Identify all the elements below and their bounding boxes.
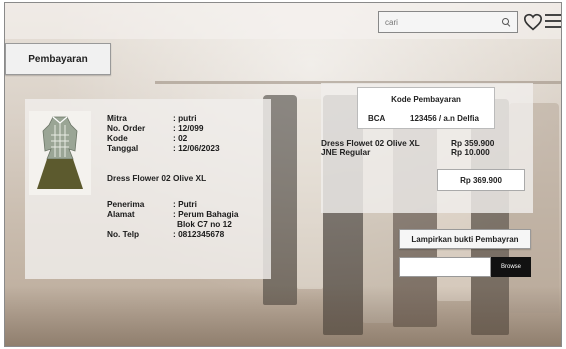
- field-label: Kode: [107, 133, 128, 143]
- field-value: : 12/099: [173, 123, 204, 133]
- payment-code-box: Kode Pembayaran BCA 123456 / a.n Delfia: [357, 87, 495, 129]
- field-label: No. Order: [107, 123, 146, 133]
- menu-line: [545, 20, 561, 22]
- total-price-box: Rp 369.900: [437, 169, 525, 191]
- bank-name: BCA: [368, 114, 386, 123]
- search-icon[interactable]: [501, 17, 511, 27]
- payment-line: JNE Regular Rp 10.000: [321, 148, 494, 157]
- field-value: Blok C7 no 12: [177, 219, 232, 229]
- recipient-row: Penerima : Putri: [107, 199, 263, 209]
- recipient-info-block: Penerima : Putri Alamat : Perum Bahagia Bl…: [107, 199, 263, 239]
- search-bar[interactable]: [378, 11, 518, 33]
- garment-decoration: [297, 99, 323, 289]
- field-label: Alamat: [107, 209, 135, 219]
- recipient-row: No. Telp : 0812345678: [107, 229, 263, 239]
- field-value: : 02: [173, 133, 188, 143]
- line-price: Rp 10.000: [451, 147, 490, 157]
- field-label: [107, 219, 173, 229]
- order-info-block: Mitra: putri No. Order: 12/099 Kode: 02 …: [107, 113, 263, 153]
- field-value: : 0812345678: [173, 229, 225, 239]
- field-label: Tanggal: [107, 143, 139, 153]
- browse-button[interactable]: Browse: [491, 257, 531, 277]
- app-frame: Pembayaran Mitra : putri No. Order : 12/09…: [4, 2, 562, 347]
- dress-product-image: [29, 111, 91, 195]
- recipient-row: Alamat : Perum Bahagia: [107, 209, 263, 219]
- field-value: : Perum Bahagia: [173, 209, 239, 219]
- recipient-row: Blok C7 no 12: [107, 219, 263, 229]
- search-input[interactable]: [385, 17, 495, 27]
- line-name: JNE Regular: [321, 147, 371, 157]
- menu-icon[interactable]: [545, 14, 561, 30]
- product-name: Dress Flower 02 Olive XL: [107, 173, 207, 183]
- attach-proof-button[interactable]: Lampirkan bukti Pembayran: [399, 229, 531, 249]
- menu-line: [545, 14, 561, 16]
- field-value: : 12/06/2023: [173, 143, 220, 153]
- top-bar: [5, 3, 561, 39]
- tab-pembayaran[interactable]: Pembayaran: [5, 43, 111, 75]
- payment-lines: Dress Flowet 02 Olive XL Rp 359.900 JNE R…: [321, 139, 494, 157]
- floor-shadow-decoration: [5, 286, 561, 346]
- field-value: : putri: [173, 113, 197, 123]
- payment-code-title: Kode Pembayaran: [391, 95, 461, 104]
- heart-icon[interactable]: [523, 13, 543, 31]
- field-label: Penerima: [107, 199, 145, 209]
- account-number: 123456 / a.n Delfia: [410, 114, 479, 123]
- field-value: : Putri: [173, 199, 197, 209]
- order-field-row: No. Order : 12/099: [107, 123, 263, 133]
- file-path-input[interactable]: [399, 257, 491, 277]
- field-label: No. Telp: [107, 229, 140, 239]
- field-label: Mitra: [107, 113, 127, 123]
- menu-line: [545, 26, 561, 28]
- order-field-row: Kode : 02: [107, 133, 263, 143]
- order-field-row: Tanggal : 12/06/2023: [107, 143, 263, 153]
- order-field-row: Mitra : putri: [107, 113, 263, 123]
